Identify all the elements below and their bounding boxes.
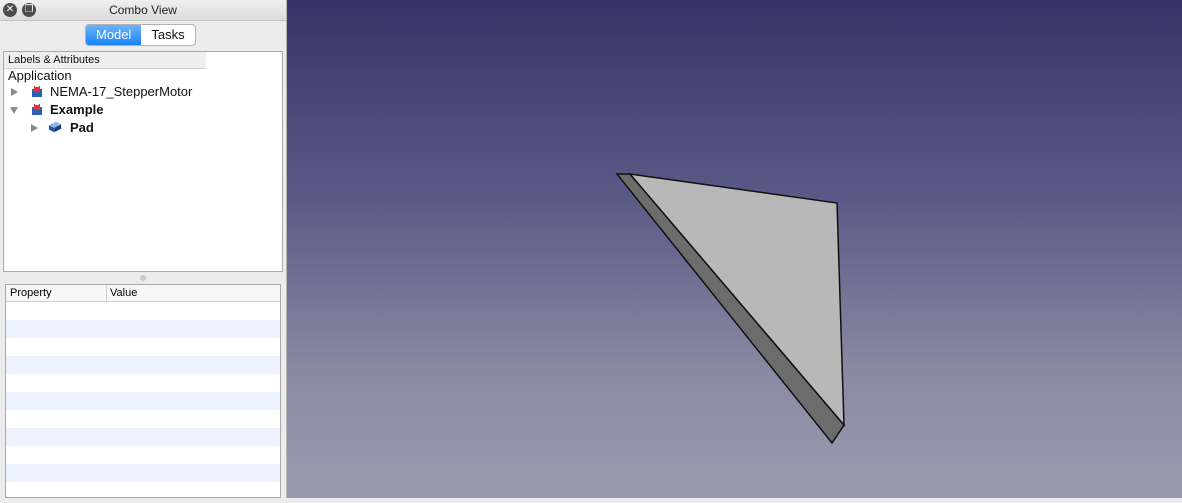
3d-scene (615, 172, 845, 445)
value-column-header[interactable]: Value (110, 285, 137, 301)
tree-item-pad[interactable]: Pad (70, 119, 94, 137)
tab-tasks[interactable]: Tasks (141, 25, 194, 45)
property-view[interactable]: Property Value (5, 284, 281, 498)
document-icon (32, 85, 42, 97)
document-icon (32, 103, 42, 115)
property-row-stripe (6, 392, 280, 410)
property-row-stripe (6, 428, 280, 446)
title-bar: ✕ ❐ Combo View (0, 0, 286, 21)
tree-view[interactable]: Labels & Attributes Application NEMA-17_… (3, 51, 283, 272)
property-row-stripe (6, 320, 280, 338)
tree-item-example[interactable]: Example (50, 101, 103, 119)
tree-item-nema17[interactable]: NEMA-17_StepperMotor (50, 83, 192, 101)
tab-model[interactable]: Model (86, 25, 142, 45)
tab-bar: Model Tasks (85, 24, 196, 46)
3d-viewport[interactable] (287, 0, 1182, 498)
property-header: Property Value (6, 285, 280, 302)
property-row-stripe (6, 356, 280, 374)
pad-feature-icon (48, 121, 62, 133)
column-divider (106, 285, 107, 301)
pad-top-face[interactable] (628, 172, 845, 428)
panel-title: Combo View (109, 3, 177, 17)
expand-arrow-icon[interactable] (31, 124, 38, 132)
splitter-handle[interactable] (140, 275, 146, 281)
property-column-header[interactable]: Property (10, 285, 52, 301)
collapse-arrow-icon[interactable] (10, 107, 18, 114)
expand-arrow-icon[interactable] (11, 88, 18, 96)
combo-view-panel: ✕ ❐ Combo View Model Tasks Labels & Attr… (0, 0, 287, 498)
property-row-stripe (6, 464, 280, 482)
